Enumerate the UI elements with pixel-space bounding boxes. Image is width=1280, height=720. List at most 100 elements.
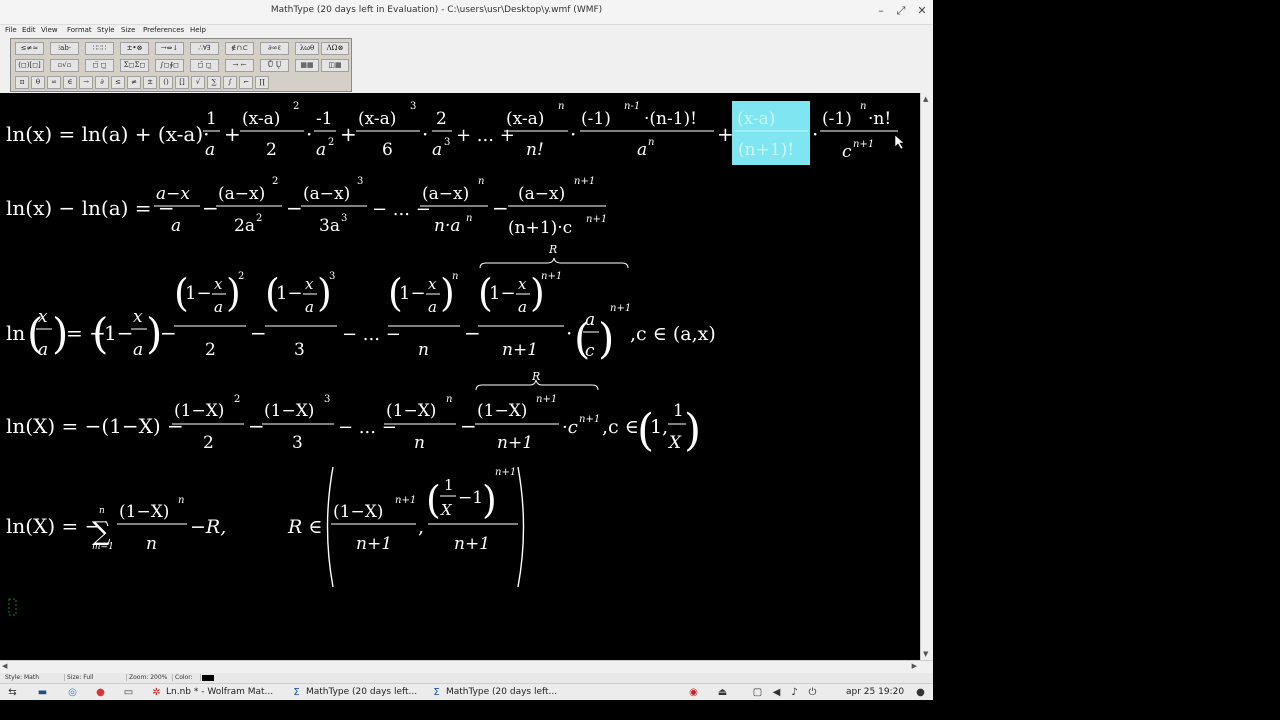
palette-product[interactable]: ∏ (255, 76, 269, 89)
clock[interactable]: apr 25 19:20 (846, 686, 904, 699)
palette-greek-upper[interactable]: ΛΩ⊗ (321, 42, 349, 55)
palette-labeled-arrows[interactable]: → ← (225, 59, 254, 72)
tray-app-icon[interactable]: ◉ (687, 686, 700, 699)
equation-editor-canvas[interactable]: ln(x) = ln(a) + (x-a)· 1 a + (x-a) 2 2 ·… (0, 93, 920, 660)
palette-operators[interactable]: ±•⊗ (120, 42, 149, 55)
palette-sqrt[interactable]: √ (191, 76, 205, 89)
menu-help[interactable]: Help (190, 26, 206, 34)
palette-leq[interactable]: ≤ (111, 76, 125, 89)
restore-button[interactable]: ⤢ (893, 3, 909, 19)
eq1-t3-den: 6 (382, 140, 393, 160)
palette-tables[interactable]: ◫▦ (321, 59, 349, 72)
close-button[interactable]: ✕ (914, 3, 930, 19)
task-mathtype-2[interactable]: MathType (20 days left... (446, 686, 557, 699)
svg-text:·: · (570, 122, 576, 146)
palette-integrals[interactable]: ∫◻∮◻ (155, 59, 184, 72)
scroll-right-icon[interactable]: ▶ (912, 662, 917, 670)
wolfram-icon[interactable]: ✲ (150, 686, 163, 699)
palette-sets[interactable]: ∉∩⊂ (225, 42, 254, 55)
palette-embellishments[interactable]: ∷∷∷ (85, 42, 114, 55)
apps-menu-icon[interactable]: ⇆ (6, 686, 19, 699)
taskbar: ⇆ ▬ ◎ ● ▭ ✲ Ln.nb * - Wolfram Mat... Σ M… (0, 683, 933, 700)
menu-bar: File Edit View Format Style Size Prefere… (0, 25, 933, 36)
menu-size[interactable]: Size (121, 26, 135, 34)
color-swatch[interactable] (202, 675, 214, 681)
palette-fences[interactable]: (◻)[◻] (15, 59, 44, 72)
eq4-c-pow: n+1 (579, 414, 600, 425)
equation-3[interactable]: ln ( x a ) = − ( 1− x a ) − ( 1− x a) 2… (6, 243, 716, 363)
task-mathtype-1[interactable]: MathType (20 days left... (306, 686, 417, 699)
palette-relations[interactable]: ≤≠≈ (15, 42, 44, 55)
tray-window-icon[interactable]: ▢ (751, 686, 764, 699)
palette-bars[interactable]: ◻̄ ◻̲ (190, 59, 219, 72)
vertical-scrollbar[interactable]: ▲ ▼ (920, 93, 933, 660)
palette-spaces[interactable]: ⁝ab· (50, 42, 79, 55)
palette-parens[interactable]: () (159, 76, 173, 89)
status-size[interactable]: Size: Full (64, 674, 127, 681)
title-bar[interactable]: MathType (20 days left in Evaluation) - … (0, 0, 933, 25)
palette-pi[interactable]: π (15, 76, 29, 89)
menu-file[interactable]: File (5, 26, 17, 34)
eq4-condition: ,c ∈ (602, 416, 639, 438)
horizontal-scrollbar[interactable]: ◀ ▶ (0, 660, 933, 672)
scroll-down-icon[interactable]: ▼ (923, 650, 928, 658)
palette-brackets[interactable]: [] (175, 76, 189, 89)
files-icon[interactable]: ▭ (122, 686, 135, 699)
palette-partial[interactable]: ∂ (95, 76, 109, 89)
equation-4[interactable]: ln(X) = −(1−X) − (1−X) 2 2 − (1−X) 3 3 −… (6, 370, 701, 456)
tray-power-icon[interactable]: ⏻ (806, 686, 819, 699)
palette-scripts[interactable]: ◻̅ ◻̲ (85, 59, 114, 72)
desktop-icon[interactable]: ▬ (36, 686, 49, 699)
equation-5[interactable]: ln(X) = − ∑ n m=1 (1−X) n n −R, R ∈ (1−X… (6, 466, 525, 588)
palette-products[interactable]: Ů Ų (260, 59, 289, 72)
palette-infinity[interactable]: ∞ (47, 76, 61, 89)
tray-up-icon[interactable]: ⏏ (716, 686, 729, 699)
palette-fractions[interactable]: ▫√▫ (50, 59, 79, 72)
record-icon[interactable]: ● (94, 686, 107, 699)
status-color[interactable]: Color: (172, 674, 201, 681)
eq1-t3-num: (x-a) (358, 109, 396, 129)
mathtype-icon-2[interactable]: Σ (430, 686, 443, 699)
palette-theta[interactable]: θ (31, 76, 45, 89)
menu-preferences[interactable]: Preferences (143, 26, 184, 34)
menu-format[interactable]: Format (67, 26, 92, 34)
palette-arrows[interactable]: →⇔↓ (155, 42, 184, 55)
menu-edit[interactable]: Edit (22, 26, 36, 34)
tray-mic-icon[interactable]: ♪ (788, 686, 801, 699)
palette-neq[interactable]: ≠ (127, 76, 141, 89)
eq1-last-den-pow: n+1 (853, 139, 874, 150)
browser-icon[interactable]: ◎ (66, 686, 79, 699)
empty-slot-placeholder[interactable] (8, 598, 17, 616)
eq1-selected-den: (n+1)! (738, 140, 794, 160)
palette-logic[interactable]: ∴∀∃ (190, 42, 219, 55)
task-wolfram[interactable]: Ln.nb * - Wolfram Mat... (166, 686, 273, 699)
eq5-r1-pow: n+1 (395, 495, 416, 506)
equation-1[interactable]: ln(x) = ln(a) + (x-a)· 1 a + (x-a) 2 2 ·… (6, 101, 905, 165)
scroll-left-icon[interactable]: ◀ (2, 662, 7, 670)
minimize-button[interactable]: – (873, 3, 889, 19)
palette-sum[interactable]: ∑ (207, 76, 221, 89)
equation-2[interactable]: ln(x) − ln(a) = − a−x a − (a−x) 2 2a 2 −… (6, 176, 607, 238)
palette-element[interactable]: ∈ (63, 76, 77, 89)
palette-sums[interactable]: Σ◻Σ◻ (120, 59, 149, 72)
mathtype-icon[interactable]: Σ (290, 686, 303, 699)
status-style[interactable]: Style: Math (2, 674, 65, 681)
palette-arrow[interactable]: → (79, 76, 93, 89)
status-zoom[interactable]: Zoom: 200% (126, 674, 173, 681)
palette-misc[interactable]: ∂∞ℓ (260, 42, 289, 55)
menu-view[interactable]: View (41, 26, 58, 34)
palette-greek-lower[interactable]: λωθ (295, 42, 319, 55)
menu-style[interactable]: Style (97, 26, 115, 34)
scroll-up-icon[interactable]: ▲ (923, 95, 928, 103)
notification-dot-icon[interactable]: ● (914, 686, 927, 699)
eq2-t2-den-pow: 2 (256, 213, 262, 224)
eq5-comma: , (418, 516, 424, 538)
eq2-t3-num: (a−x) (303, 184, 350, 204)
eq1-t2-pow: 2 (293, 101, 299, 112)
palette-plusminus[interactable]: ± (143, 76, 157, 89)
palette-not[interactable]: ⌐ (239, 76, 253, 89)
eq1-last-mult: ·n! (868, 109, 891, 129)
tray-volume-icon[interactable]: ◀ (770, 686, 783, 699)
palette-matrices[interactable]: ▦▦ (295, 59, 319, 72)
palette-integral[interactable]: ∫ (223, 76, 237, 89)
